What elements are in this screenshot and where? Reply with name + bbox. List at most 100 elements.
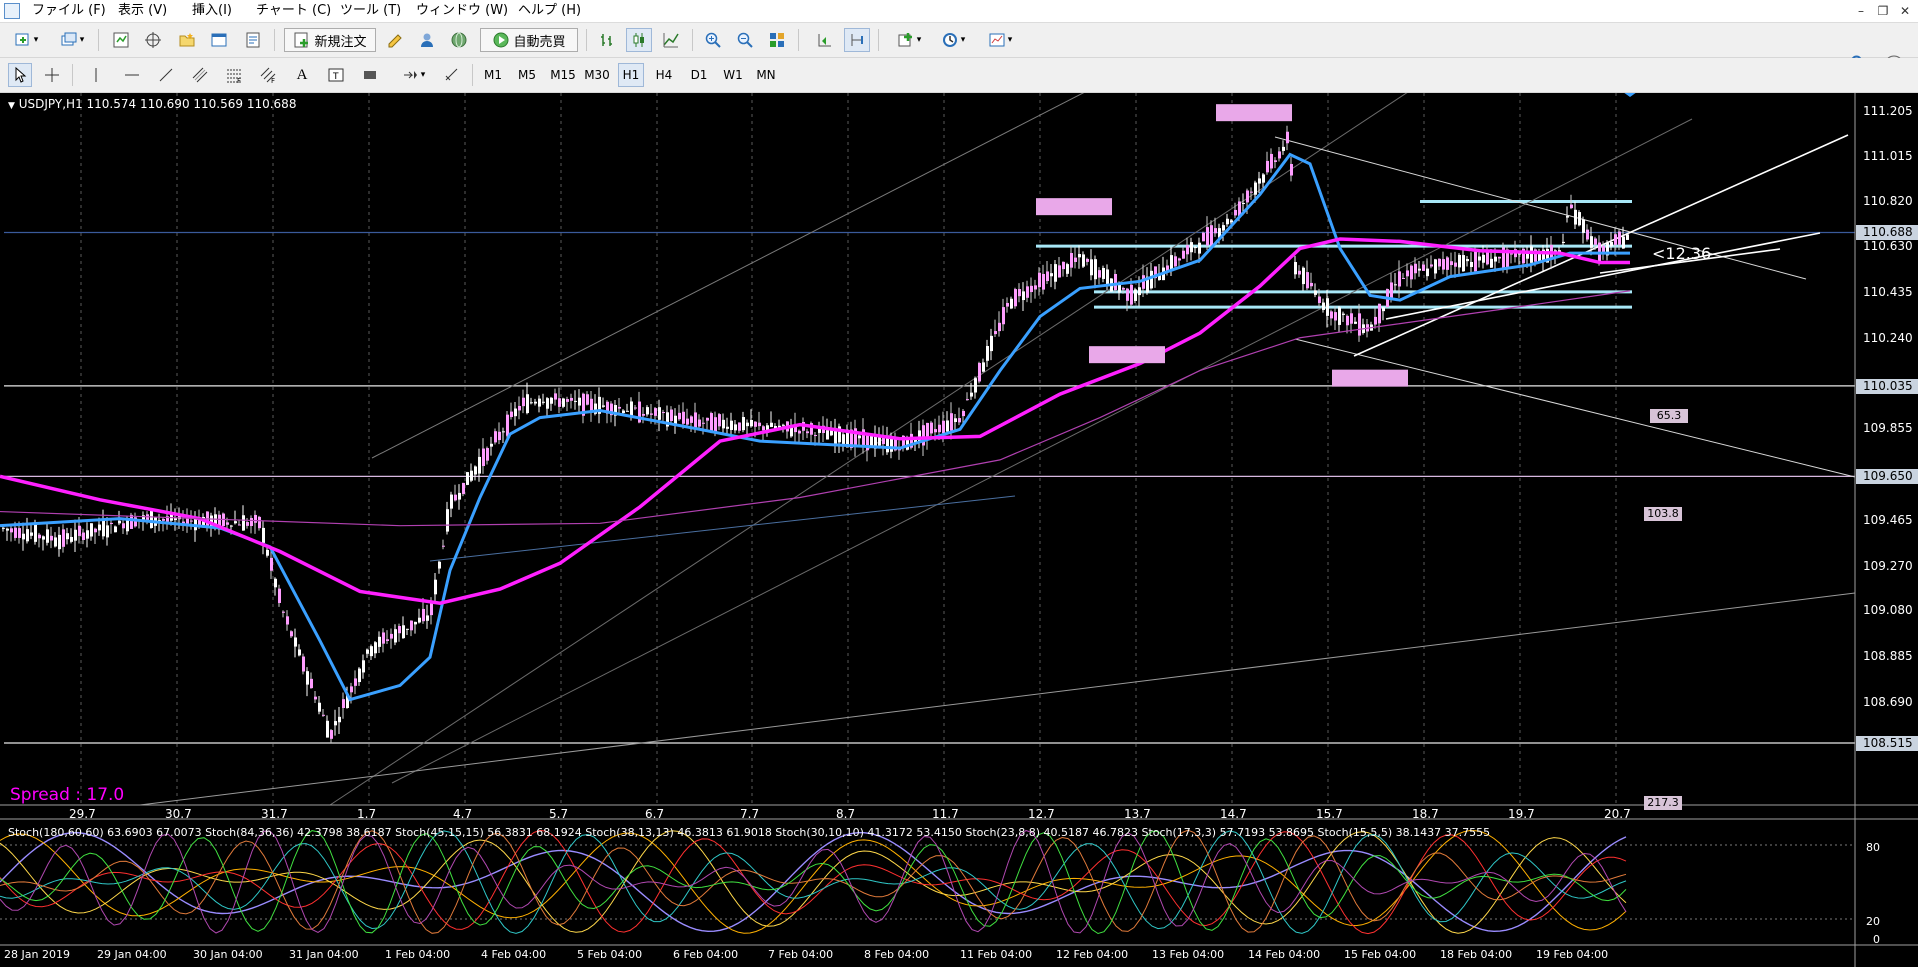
- tile-windows-button[interactable]: [764, 28, 790, 52]
- candle-body: [682, 411, 685, 424]
- candle-body: [378, 636, 381, 647]
- crosshair-tool-icon: [45, 68, 59, 82]
- terminal-button[interactable]: [206, 28, 232, 52]
- candle-body: [762, 426, 765, 431]
- candle-body: [1102, 267, 1105, 279]
- candle-body: [1494, 256, 1497, 262]
- timeframe-m30[interactable]: M30: [582, 63, 612, 87]
- candle-body: [1054, 264, 1057, 282]
- timeframe-h1[interactable]: H1: [618, 63, 644, 87]
- timeframe-h4[interactable]: H4: [651, 63, 677, 87]
- menu-help[interactable]: ヘルプ (H): [518, 2, 581, 20]
- stoch-caption: Stoch(180,60,60) 63.6903 67.0073 Stoch(8…: [8, 826, 1491, 839]
- candle-body: [62, 529, 65, 547]
- market-watch-button[interactable]: [108, 28, 134, 52]
- indicators-button[interactable]: ▾: [890, 28, 928, 52]
- candle-body: [306, 671, 309, 685]
- arrows-button[interactable]: ▾: [394, 63, 432, 87]
- menu-window[interactable]: ウィンドウ (W): [416, 2, 508, 20]
- zoom-out-button[interactable]: [732, 28, 758, 52]
- templates-button[interactable]: ▾: [980, 28, 1020, 52]
- candle-body: [1378, 303, 1381, 324]
- candle-body: [534, 401, 537, 404]
- timeframe-mn[interactable]: MN: [753, 63, 779, 87]
- candle-body: [106, 525, 109, 538]
- signals-button[interactable]: [414, 28, 440, 52]
- vertical-line-button[interactable]: [84, 63, 108, 87]
- periods-button[interactable]: ▾: [934, 28, 972, 52]
- candle-body: [1106, 269, 1109, 286]
- autoscroll-button[interactable]: [812, 28, 838, 52]
- navigator-button[interactable]: [174, 28, 200, 52]
- stochastic-panel: [0, 829, 1855, 935]
- auto-trading-button[interactable]: 自動売買: [480, 28, 578, 52]
- candle-body: [646, 407, 649, 415]
- candle-body: [1330, 311, 1333, 319]
- new-chart-button[interactable]: ▾: [6, 28, 46, 52]
- menu-insert[interactable]: 挿入(I): [192, 2, 232, 20]
- data-window-button[interactable]: [140, 28, 166, 52]
- candle-body: [66, 533, 69, 540]
- candle-body: [510, 411, 513, 418]
- candle-body: [2, 527, 5, 529]
- candle-body: [1582, 219, 1585, 233]
- chart-shift-button[interactable]: [844, 28, 870, 52]
- candle-body: [458, 492, 461, 500]
- menu-tools[interactable]: ツール (T): [340, 2, 401, 20]
- candle-body: [490, 443, 493, 447]
- candle-body: [1018, 289, 1021, 297]
- fibonacci-button[interactable]: F: [222, 63, 246, 87]
- horizontal-line-button[interactable]: [120, 63, 144, 87]
- text-button[interactable]: A: [290, 63, 314, 87]
- price-label-2: 110.820: [1863, 194, 1913, 209]
- candle-body: [626, 410, 629, 412]
- chart-window[interactable]: ▼ USDJPY,H1 110.574 110.690 110.569 110.…: [0, 93, 1918, 967]
- candle-body: [662, 412, 665, 414]
- restore-button[interactable]: ❐: [1874, 3, 1892, 19]
- candle-body: [278, 588, 281, 603]
- menu-file[interactable]: ファイル (F): [32, 2, 106, 20]
- moving-averages: [0, 152, 1631, 702]
- text-label-button[interactable]: T: [324, 63, 348, 87]
- timeframe-m5[interactable]: M5: [514, 63, 540, 87]
- new-order-button[interactable]: 新規注文: [284, 28, 376, 52]
- candle-body: [982, 362, 985, 372]
- strategy-tester-button[interactable]: [240, 28, 266, 52]
- bar-chart-button[interactable]: [594, 28, 620, 52]
- minimize-button[interactable]: –: [1852, 3, 1870, 19]
- candle-body: [1414, 263, 1417, 274]
- cursor-button[interactable]: [8, 63, 32, 87]
- rectangle-button[interactable]: [358, 63, 382, 87]
- line-chart-button[interactable]: [658, 28, 684, 52]
- candle-body: [18, 528, 21, 538]
- crosshair-button[interactable]: [40, 63, 64, 87]
- candle-body: [1578, 212, 1581, 226]
- metaeditor-button[interactable]: [382, 28, 408, 52]
- timeframe-d1[interactable]: D1: [686, 63, 712, 87]
- menu-chart[interactable]: チャート (C): [256, 2, 331, 20]
- timeframe-m1[interactable]: M1: [480, 63, 506, 87]
- candle-body: [362, 660, 365, 673]
- text-label-icon: T: [328, 68, 344, 82]
- timeframe-w1[interactable]: W1: [720, 63, 746, 87]
- editor-icon: [388, 34, 402, 48]
- menu-view[interactable]: 表示 (V): [118, 2, 167, 20]
- close-button[interactable]: ✕: [1896, 3, 1914, 19]
- zoom-in-button[interactable]: [700, 28, 726, 52]
- profiles-button[interactable]: ▾: [52, 28, 92, 52]
- candle-body: [434, 579, 437, 595]
- candle-body: [514, 408, 517, 417]
- candlestick-button[interactable]: [626, 28, 652, 52]
- candle-body: [530, 402, 533, 404]
- fibo-channel-button[interactable]: F: [256, 63, 280, 87]
- timeframe-m15[interactable]: M15: [548, 63, 578, 87]
- candle-body: [1058, 265, 1061, 278]
- candle-body: [142, 515, 145, 520]
- objects-list-button[interactable]: [440, 63, 464, 87]
- candle-body: [526, 394, 529, 414]
- equidistant-channel-button[interactable]: [188, 63, 212, 87]
- spread-label: Spread : 17.0: [10, 785, 125, 805]
- candle-body: [1510, 253, 1513, 255]
- market-button[interactable]: [446, 28, 472, 52]
- trendline-button[interactable]: [154, 63, 178, 87]
